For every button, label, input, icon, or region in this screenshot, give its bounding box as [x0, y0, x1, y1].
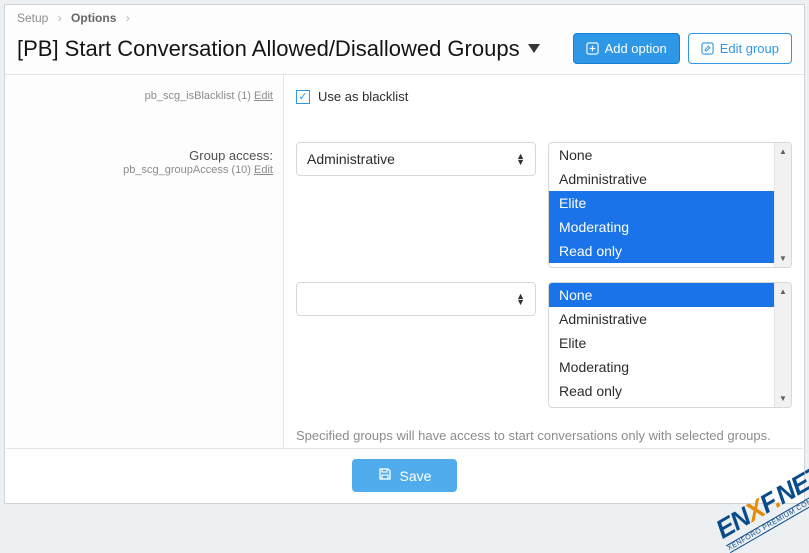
option-blacklist-meta: pb_scg_isBlacklist (1) Edit [15, 90, 273, 102]
edit-link-blacklist[interactable]: Edit [254, 90, 273, 102]
add-option-button[interactable]: Add option [573, 33, 680, 64]
page-title[interactable]: [PB] Start Conversation Allowed/Disallow… [17, 36, 565, 62]
group-access-row-2: ▲▼ NoneAdministrativeEliteModeratingRead… [296, 282, 792, 408]
save-icon [378, 467, 392, 484]
scroll-up-icon[interactable]: ▲ [775, 143, 791, 160]
edit-square-icon [701, 42, 714, 55]
select-arrows-icon: ▲▼ [516, 293, 525, 305]
multi-option[interactable]: None [549, 283, 774, 307]
option-group-meta: pb_scg_groupAccess (10) Edit [15, 164, 273, 176]
plus-square-icon [586, 42, 599, 55]
edit-group-button[interactable]: Edit group [688, 33, 792, 64]
blacklist-checkbox-label: Use as blacklist [318, 89, 408, 104]
caret-down-icon [528, 44, 540, 53]
breadcrumb-setup[interactable]: Setup [17, 11, 48, 25]
multi-option[interactable]: None [549, 143, 774, 167]
multi-option[interactable]: Moderating [549, 215, 774, 239]
scrollbar[interactable]: ▲ ▼ [774, 143, 791, 267]
edit-link-group[interactable]: Edit [254, 164, 273, 176]
chevron-right-icon: › [58, 11, 62, 25]
option-group-label: Group access: [15, 148, 273, 163]
chevron-right-icon: › [126, 11, 130, 25]
multi-option[interactable]: Moderating [549, 355, 774, 379]
breadcrumb-options[interactable]: Options [71, 11, 116, 25]
group-multi-select-1[interactable]: NoneAdministrativeEliteModeratingRead on… [548, 142, 792, 268]
scroll-down-icon[interactable]: ▼ [775, 250, 791, 267]
multi-option[interactable]: Administrative [549, 167, 774, 191]
multi-option[interactable]: Administrative [549, 307, 774, 331]
multi-option[interactable]: Read only [549, 379, 774, 403]
group-access-row-1: Administrative ▲▼ NoneAdministrativeElit… [296, 142, 792, 268]
multi-option[interactable]: Read only [549, 239, 774, 263]
multi-option[interactable]: Elite [549, 331, 774, 355]
breadcrumb: Setup › Options › [5, 5, 804, 29]
scrollbar[interactable]: ▲ ▼ [774, 283, 791, 407]
group-select-single-2[interactable]: ▲▼ [296, 282, 536, 316]
group-select-single-1[interactable]: Administrative ▲▼ [296, 142, 536, 176]
scroll-down-icon[interactable]: ▼ [775, 390, 791, 407]
select-arrows-icon: ▲▼ [516, 153, 525, 165]
multi-option[interactable]: Elite [549, 191, 774, 215]
blacklist-checkbox[interactable]: ✓ [296, 90, 310, 104]
save-button[interactable]: Save [352, 459, 458, 492]
scroll-up-icon[interactable]: ▲ [775, 283, 791, 300]
group-multi-select-2[interactable]: NoneAdministrativeEliteModeratingRead on… [548, 282, 792, 408]
